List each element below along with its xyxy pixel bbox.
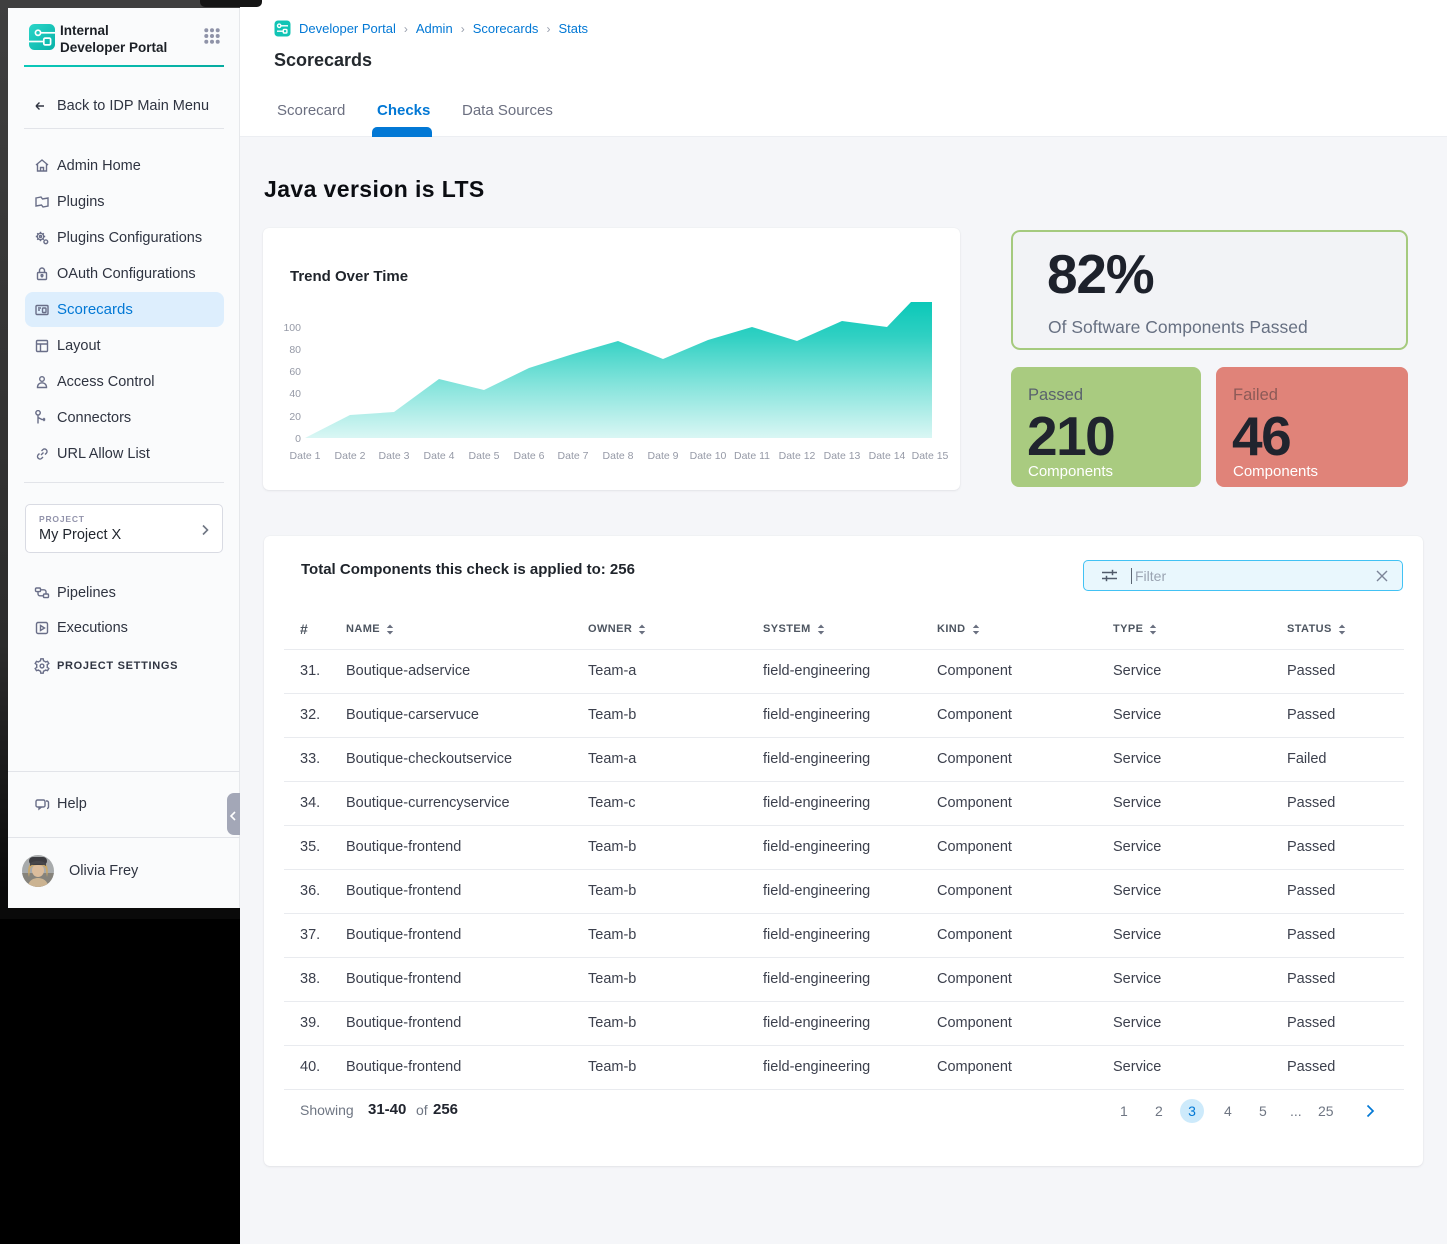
svg-text:Date 3: Date 3 — [379, 450, 410, 462]
svg-text:100: 100 — [283, 322, 301, 334]
svg-text:Date 10: Date 10 — [690, 450, 727, 462]
svg-text:Date 12: Date 12 — [779, 450, 816, 462]
svg-text:60: 60 — [289, 366, 301, 378]
svg-text:Date 8: Date 8 — [603, 450, 634, 462]
svg-text:80: 80 — [289, 344, 301, 356]
svg-text:20: 20 — [289, 411, 301, 423]
svg-text:Date 1: Date 1 — [290, 450, 321, 462]
svg-text:Date 14: Date 14 — [869, 450, 906, 462]
svg-text:Date 4: Date 4 — [424, 450, 455, 462]
svg-text:Date 6: Date 6 — [514, 450, 545, 462]
svg-text:0: 0 — [295, 433, 301, 445]
svg-text:Date 11: Date 11 — [734, 450, 770, 462]
svg-text:Date 5: Date 5 — [469, 450, 500, 462]
svg-text:Date 9: Date 9 — [648, 450, 679, 462]
svg-text:Date 13: Date 13 — [824, 450, 861, 462]
svg-text:Trend Over Time: Trend Over Time — [290, 268, 408, 285]
svg-text:Date 7: Date 7 — [558, 450, 589, 462]
svg-text:40: 40 — [289, 388, 301, 400]
svg-text:Date 2: Date 2 — [335, 450, 366, 462]
svg-text:Date 15: Date 15 — [912, 450, 949, 462]
